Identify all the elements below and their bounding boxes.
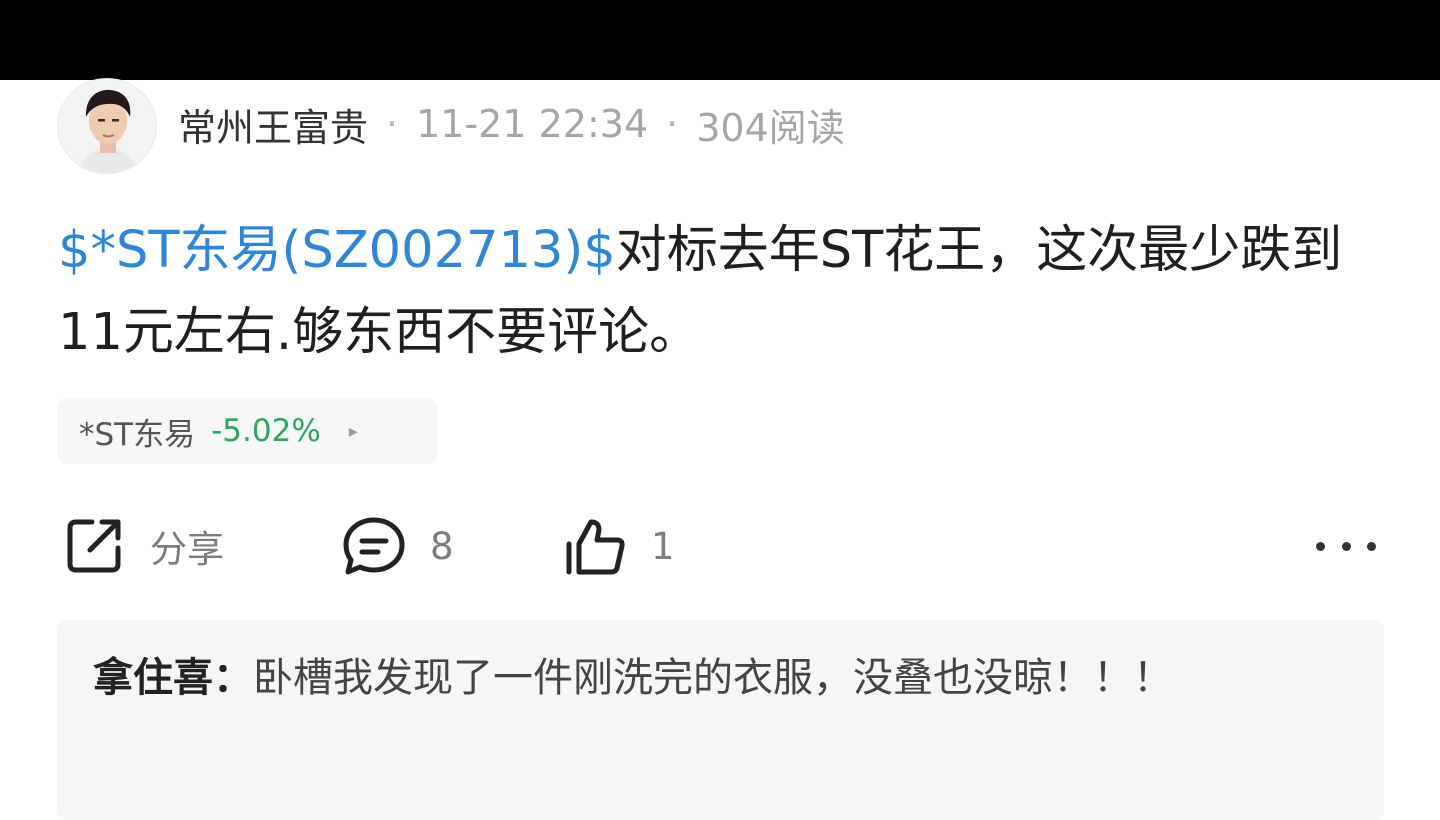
- more-dots-icon[interactable]: [1316, 528, 1376, 564]
- share-label: 分享: [150, 528, 224, 571]
- share-icon: [67, 519, 121, 573]
- comment-content: 拿住喜：卧槽我发现了一件刚洗完的衣服，没叠也没晾！！！: [93, 642, 1223, 714]
- like-count: 1: [651, 524, 675, 568]
- meta-separator: ·: [386, 102, 399, 146]
- stock-name: *ST东易: [79, 416, 196, 453]
- comment-text: 卧槽我发现了一件刚洗完的衣服，没叠也没晾！！！: [253, 655, 1173, 701]
- stock-change: -5.02%: [211, 413, 321, 449]
- like-button[interactable]: 1: [563, 510, 675, 582]
- meta-separator: ·: [666, 102, 679, 146]
- more-dot: [1316, 541, 1325, 551]
- read-count: 304阅读: [696, 105, 845, 150]
- comment-author[interactable]: 拿住喜：: [93, 655, 253, 701]
- avatar-portrait-image: [58, 79, 156, 173]
- author-name[interactable]: 常州王富贵: [178, 97, 368, 152]
- more-dot: [1367, 541, 1376, 551]
- share-button[interactable]: 分享: [62, 510, 224, 582]
- post-date: 11-21 22:34: [416, 102, 649, 146]
- action-bar: 分享 8 1: [0, 510, 1440, 582]
- comment-bubble-icon: [343, 517, 405, 575]
- comment-button[interactable]: 8: [342, 510, 454, 582]
- thumbs-up-icon: [566, 519, 625, 575]
- more-dot: [1341, 541, 1351, 551]
- comment-count: 8: [430, 524, 454, 568]
- top-black-bar: [0, 0, 1440, 80]
- stock-chip[interactable]: *ST东易 -5.02% ▸: [57, 398, 437, 464]
- stock-link[interactable]: $*ST东易(SZ002713)$: [58, 221, 616, 280]
- post-meta: 常州王富贵 · 11-21 22:34 · 304阅读: [178, 96, 845, 152]
- avatar[interactable]: [57, 78, 157, 174]
- post-body: $*ST东易(SZ002713)$对标去年ST花王，这次最少跌到11元左右.够东…: [58, 210, 1388, 374]
- comment-preview[interactable]: 拿住喜：卧槽我发现了一件刚洗完的衣服，没叠也没晾！！！: [57, 620, 1384, 820]
- chevron-right-icon: ▸: [348, 420, 358, 442]
